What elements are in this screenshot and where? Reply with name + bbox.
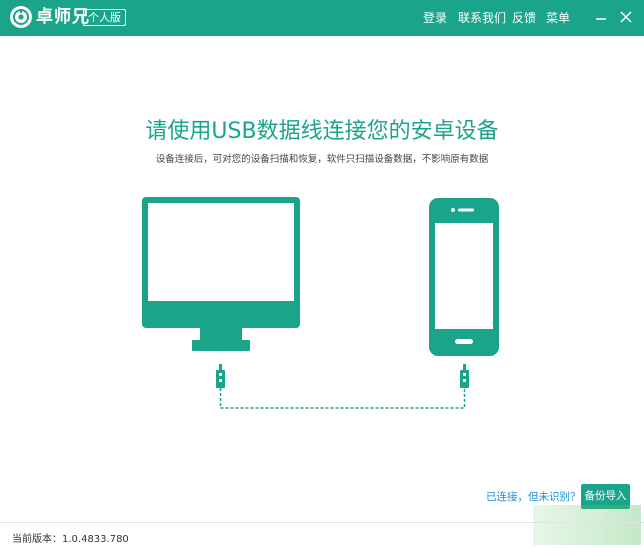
connected-not-recognized-link[interactable]: 已连接，但未识别？ — [486, 490, 581, 504]
computer-monitor-icon — [142, 197, 300, 351]
app-logo-icon — [10, 6, 32, 28]
edition-badge: 个人版 — [83, 9, 126, 26]
usb-connection-illustration — [142, 197, 499, 409]
minimize-button[interactable] — [592, 8, 610, 26]
feedback-link[interactable]: 反馈 — [512, 0, 536, 36]
connect-description: 设备连接后，可对您的设备扫描和恢复，软件只扫描设备数据，不影响原有数据 — [155, 154, 489, 165]
version-label: 当前版本：1.0.4833.780 — [12, 534, 129, 545]
contact-link[interactable]: 联系我们 — [458, 0, 506, 36]
title-bar: 卓师兄 个人版 登录 联系我们 反馈 菜单 — [0, 0, 644, 36]
watermark-overlay — [533, 505, 641, 545]
close-button[interactable] — [617, 8, 635, 26]
menu-link[interactable]: 菜单 — [546, 0, 570, 36]
footer-divider — [0, 522, 644, 523]
close-icon — [620, 11, 632, 23]
smartphone-icon — [429, 198, 499, 356]
app-name: 卓师兄 — [36, 7, 90, 27]
login-link[interactable]: 登录 — [423, 0, 447, 36]
usb-cable-icon — [216, 364, 469, 409]
connect-headline: 请使用USB数据线连接您的安卓设备 — [145, 119, 499, 144]
minimize-icon — [596, 18, 606, 20]
